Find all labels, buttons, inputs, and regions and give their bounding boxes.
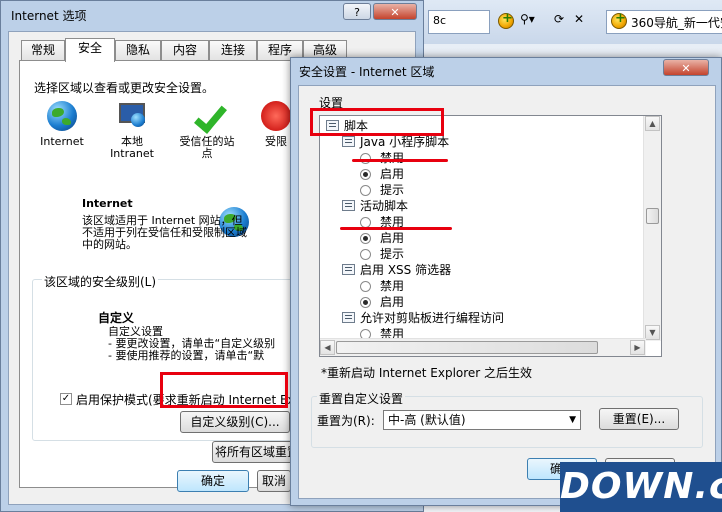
scroll-down-icon[interactable]: ▼ [645, 325, 660, 340]
option-radio[interactable] [360, 281, 371, 292]
option-radio[interactable] [360, 153, 371, 164]
tree-option[interactable]: 启用 [360, 294, 420, 310]
scroll-left-icon[interactable]: ◀ [320, 340, 335, 355]
tree-option[interactable]: 禁用 [360, 150, 420, 166]
tab-privacy[interactable]: 隐私 [115, 40, 161, 60]
option-label: 禁用 [380, 151, 405, 165]
settings-tree[interactable]: 脚本 Java 小程序脚本 禁用 启用 提示 活动脚本 禁用 启用 提示 启用 … [319, 115, 662, 357]
intranet-icon [117, 101, 147, 131]
browser-toolbar: 8c ⚲▾ ⟳ ✕ 360导航_新一代安 [424, 0, 722, 44]
tree-option[interactable]: 禁用 [360, 278, 420, 294]
cancel-button[interactable]: 取消 [257, 470, 291, 492]
option-radio[interactable] [360, 185, 371, 196]
tree-category-label: 允许对剪贴板进行编程访问 [360, 311, 505, 325]
zone-label: 本地 Intranet [110, 135, 154, 160]
tab-general[interactable]: 常规 [21, 40, 65, 60]
tree-category-label: 活动脚本 [360, 199, 409, 213]
zone-intranet[interactable]: 本地 Intranet [102, 101, 162, 160]
tree-category-label: 启用 XSS 筛选器 [360, 263, 452, 277]
settings-category-icon [326, 120, 339, 131]
settings-category-icon [342, 136, 355, 147]
security-level-title: 自定义 [98, 311, 135, 325]
zone-label: 受信任的站 点 [179, 135, 235, 160]
option-radio[interactable] [360, 217, 371, 228]
option-label: 启用 [380, 231, 405, 245]
option-label: 禁用 [380, 279, 405, 293]
protected-mode-checkbox[interactable]: ✓ [60, 393, 72, 405]
tree-option[interactable]: 启用 [360, 230, 420, 246]
help-button[interactable]: ? [343, 3, 371, 20]
option-radio[interactable] [360, 169, 371, 180]
reset-all-zones-button[interactable]: 将所有区域重置 [212, 441, 302, 463]
globe-icon [47, 101, 77, 131]
address-text: 8c [433, 14, 447, 27]
horizontal-scrollbar[interactable]: ◀ ▶ [320, 338, 646, 356]
dialog-body: 设置 脚本 Java 小程序脚本 禁用 启用 提示 活动脚本 禁用 启用 提示 … [298, 85, 716, 499]
chevron-down-icon: ▼ [569, 415, 576, 425]
address-bar[interactable]: 8c [428, 10, 490, 34]
vertical-scrollbar[interactable]: ▲ ▼ [643, 116, 661, 341]
tree-option[interactable]: 提示 [360, 246, 420, 262]
settings-category-icon [342, 264, 355, 275]
option-label: 禁用 [380, 215, 405, 229]
search-icon[interactable]: ⚲▾ [520, 12, 535, 26]
option-label: 提示 [380, 183, 405, 197]
tab-connections[interactable]: 连接 [209, 40, 257, 60]
settings-category-icon [342, 200, 355, 211]
scroll-thumb[interactable] [336, 341, 598, 354]
settings-label: 设置 [319, 96, 344, 110]
tab-content[interactable]: 内容 [161, 40, 209, 60]
selected-zone-title: Internet [82, 197, 133, 210]
close-icon[interactable]: ✕ [574, 12, 584, 26]
reset-level-value: 中-高 (默认值) [388, 413, 466, 427]
security-settings-dialog: 安全设置 - Internet 区域 ✕ 设置 脚本 Java 小程序脚本 禁用… [290, 57, 722, 506]
option-radio[interactable] [360, 297, 371, 308]
close-button[interactable]: ✕ [373, 3, 417, 20]
reset-button[interactable]: 重置(E)... [599, 408, 679, 430]
security-level-label: 该区域的安全级别(L) [42, 273, 159, 290]
zone-prompt: 选择区域以查看或更改安全设置。 [34, 81, 215, 95]
custom-level-button[interactable]: 自定义级别(C)... [180, 411, 290, 433]
zone-internet[interactable]: Internet [32, 101, 92, 148]
security-level-description: 自定义设置 - 要更改设置，请单击“自定义级别 - 要使用推荐的设置，请单击“默 [108, 326, 276, 362]
tree-option[interactable]: 启用 [360, 166, 420, 182]
scroll-thumb[interactable] [646, 208, 659, 224]
reset-group-label: 重置自定义设置 [317, 390, 406, 407]
restricted-sites-icon [261, 101, 291, 131]
tree-category-label: Java 小程序脚本 [360, 135, 450, 149]
option-label: 提示 [380, 247, 405, 261]
browser-tab[interactable]: 360导航_新一代安 [606, 10, 722, 34]
reset-level-select[interactable]: 中-高 (默认值) ▼ [383, 410, 581, 430]
scroll-up-icon[interactable]: ▲ [645, 116, 660, 131]
reset-to-label: 重置为(R): [317, 414, 375, 428]
scroll-right-icon[interactable]: ▶ [630, 340, 645, 355]
compatibility-icon[interactable] [498, 11, 514, 29]
dialog-title: Internet 选项 [11, 9, 87, 23]
selected-zone-description: 该区域适用于 Internet 网站，但 不适用于列在受信任和受限制区域 中的网… [82, 214, 247, 251]
zone-label: Internet [40, 135, 84, 148]
tab-title: 360导航_新一代安 [631, 16, 722, 30]
dialog-title: 安全设置 - Internet 区域 [299, 65, 435, 79]
option-label: 启用 [380, 167, 405, 181]
tab-security[interactable]: 安全 [65, 38, 115, 62]
tree-category-label: 脚本 [344, 119, 369, 133]
option-label: 启用 [380, 295, 405, 309]
site-favicon [611, 11, 627, 29]
tree-option[interactable]: 禁用 [360, 214, 420, 230]
option-radio[interactable] [360, 233, 371, 244]
trusted-sites-icon [192, 101, 222, 131]
refresh-icon[interactable]: ⟳ [554, 12, 564, 26]
option-radio[interactable] [360, 249, 371, 260]
site-watermark: DOWN.cc [560, 462, 722, 512]
tree-option[interactable]: 提示 [360, 182, 420, 198]
settings-category-icon [342, 312, 355, 323]
ok-button[interactable]: 确定 [177, 470, 249, 492]
close-button[interactable]: ✕ [663, 59, 709, 76]
protected-mode-label: 启用保护模式(要求重新启动 Internet Explorer) [76, 393, 296, 407]
zone-trusted-sites[interactable]: 受信任的站 点 [172, 101, 242, 160]
restart-note: *重新启动 Internet Explorer 之后生效 [321, 366, 533, 380]
